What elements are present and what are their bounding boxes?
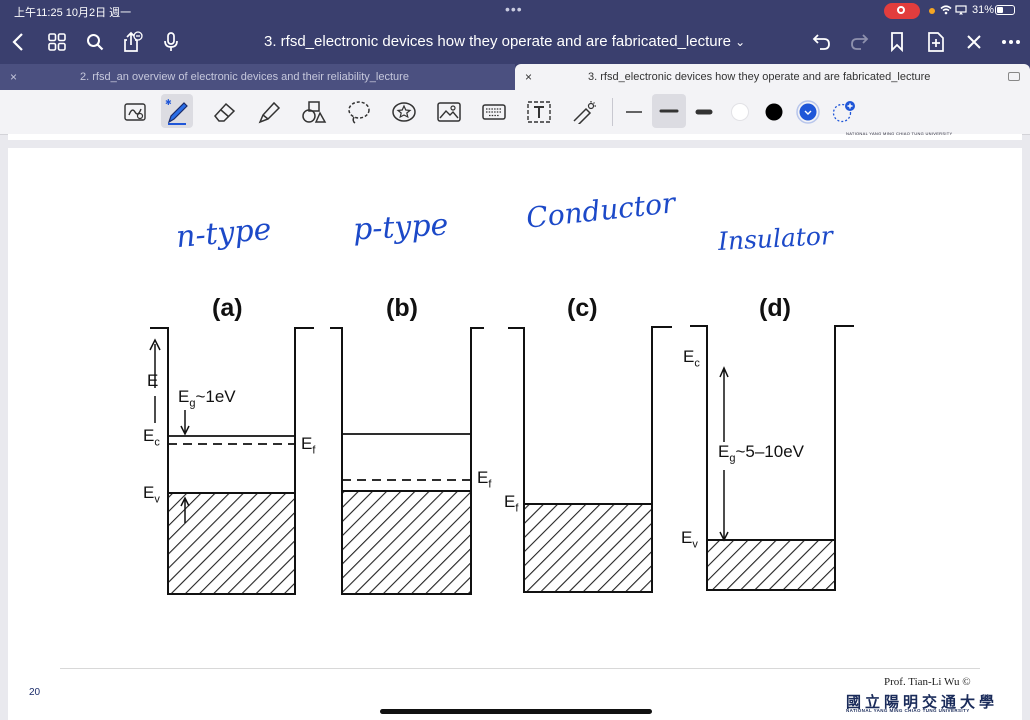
toolbar-divider xyxy=(612,98,613,126)
redo-icon xyxy=(851,34,869,50)
previous-page-logo: NATIONAL YANG MING CHIAO TUNG UNIVERSITY xyxy=(846,131,953,136)
bandgap-label-a: Eg~1eV xyxy=(178,387,236,410)
close-edit-button[interactable] xyxy=(960,28,988,56)
title-chevron-down-icon: ⌄ xyxy=(735,35,746,49)
panel-a-diagram xyxy=(149,327,314,595)
search-icon xyxy=(87,34,104,51)
status-bar: 上午11:25 10月2日 週一 ••• 31% xyxy=(0,0,1030,22)
thin-stroke-button[interactable] xyxy=(621,99,647,125)
status-time: 上午11:25 10月2日 週一 xyxy=(14,7,132,19)
pen-icon: ✱ xyxy=(165,98,188,125)
document-nav-bar: 3. rfsd_electronic devices how they oper… xyxy=(0,22,1030,64)
valence-band-label-d: Ev xyxy=(681,528,698,551)
close-icon xyxy=(967,35,981,49)
footer-divider xyxy=(60,668,980,669)
more-icon xyxy=(1002,40,1020,44)
valence-band-label-a: Ev xyxy=(143,483,160,506)
conduction-band-label-d: Ec xyxy=(683,347,700,370)
author-credit: Prof. Tian-Li Wu © xyxy=(884,676,971,688)
eraser-icon[interactable] xyxy=(212,99,238,125)
chevron-left-icon xyxy=(12,33,23,51)
color-swatch-black[interactable] xyxy=(761,99,787,125)
band-diagram xyxy=(149,325,854,595)
slide-page: n-type p-type Conductor Insulator (a) (b… xyxy=(8,148,1022,720)
share-icon xyxy=(124,31,143,52)
thick-line-icon xyxy=(695,109,713,115)
panel-label-a: (a) xyxy=(212,294,243,322)
thick-stroke-button[interactable] xyxy=(691,99,717,125)
handwritten-insulator: Insulator xyxy=(717,221,834,256)
annotation-toolbar: ✱ xyxy=(0,90,1030,135)
document-tabs: × 2. rfsd_an overview of electronic devi… xyxy=(0,64,1030,90)
color-swatch-white[interactable] xyxy=(727,99,753,125)
screen-mirror-icon xyxy=(955,5,967,15)
pen-tool-button[interactable]: ✱ xyxy=(161,94,193,128)
more-button[interactable] xyxy=(997,28,1025,56)
dictation-button[interactable] xyxy=(157,28,185,56)
bandgap-label-d: Eg~5–10eV xyxy=(718,442,805,465)
wifi-icon xyxy=(940,5,952,15)
microphone-icon xyxy=(164,32,178,51)
panel-b-diagram xyxy=(330,327,484,595)
tab-lecture-3[interactable]: × 3. rfsd_electronic devices how they op… xyxy=(515,64,1030,90)
thumbnails-button[interactable] xyxy=(43,28,71,56)
share-button[interactable] xyxy=(118,28,146,56)
redo-button[interactable] xyxy=(845,28,873,56)
home-indicator[interactable] xyxy=(380,709,652,714)
panel-label-d: (d) xyxy=(759,294,791,322)
multitasking-dots-icon[interactable]: ••• xyxy=(505,1,523,17)
highlighter-icon[interactable] xyxy=(256,99,282,125)
bookmark-icon xyxy=(891,32,903,52)
add-page-icon xyxy=(928,32,944,52)
medium-line-icon xyxy=(659,109,679,113)
keyboard-icon[interactable] xyxy=(481,99,507,125)
energy-axis-label: E xyxy=(147,371,159,390)
shapes-icon[interactable] xyxy=(301,99,327,125)
text-box-icon[interactable] xyxy=(526,99,552,125)
back-button[interactable] xyxy=(4,28,32,56)
battery-icon xyxy=(995,5,1015,15)
medium-stroke-button[interactable] xyxy=(652,94,686,128)
fermi-level-label-b: Ef xyxy=(477,468,492,491)
tab-lecture-2[interactable]: × 2. rfsd_an overview of electronic devi… xyxy=(0,64,515,90)
tab-close-icon[interactable]: × xyxy=(525,64,532,90)
split-view-icon[interactable] xyxy=(1008,72,1020,81)
tab-close-icon[interactable]: × xyxy=(10,64,17,90)
svg-text:✱: ✱ xyxy=(165,98,172,107)
tab-label: 2. rfsd_an overview of electronic device… xyxy=(80,71,409,83)
lasso-icon[interactable] xyxy=(346,99,372,125)
add-color-button[interactable] xyxy=(831,99,857,125)
mic-indicator-icon xyxy=(929,8,935,14)
undo-button[interactable] xyxy=(808,28,836,56)
handwritten-p-type: p-type xyxy=(352,207,450,248)
add-page-button[interactable] xyxy=(922,28,950,56)
document-title[interactable]: 3. rfsd_electronic devices how they oper… xyxy=(264,33,745,50)
panel-label-c: (c) xyxy=(567,294,598,322)
bookmark-button[interactable] xyxy=(883,28,911,56)
fermi-level-label-a: Ef xyxy=(301,434,316,457)
panel-label-b: (b) xyxy=(386,294,418,322)
lasso-select-icon[interactable] xyxy=(122,99,148,125)
laser-pointer-icon[interactable] xyxy=(571,99,597,125)
fermi-level-label-c: Ef xyxy=(504,492,519,515)
add-color-icon xyxy=(832,101,855,123)
undo-icon xyxy=(812,34,830,50)
thin-line-icon xyxy=(626,111,642,113)
search-button[interactable] xyxy=(81,28,109,56)
sticker-icon[interactable] xyxy=(391,99,417,125)
battery-percent: 31% xyxy=(972,4,995,16)
grid-icon xyxy=(48,33,66,51)
panel-c-diagram xyxy=(508,326,672,593)
university-logo-en: NATIONAL YANG MING CHIAO TUNG UNIVERSITY xyxy=(846,708,970,713)
image-icon[interactable] xyxy=(436,99,462,125)
screen-record-icon[interactable] xyxy=(884,3,920,19)
conduction-band-label-a: Ec xyxy=(143,426,160,449)
color-swatch-blue[interactable] xyxy=(795,99,821,125)
page-number: 20 xyxy=(29,687,41,698)
tab-label: 3. rfsd_electronic devices how they oper… xyxy=(588,71,931,83)
